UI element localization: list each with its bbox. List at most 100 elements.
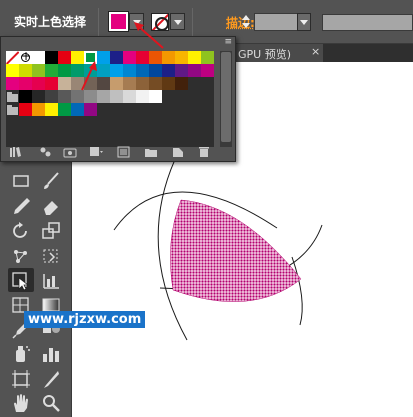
swatch-registration[interactable] (19, 49, 32, 64)
swatch[interactable] (162, 51, 175, 64)
swatch[interactable] (162, 77, 175, 90)
libraries-panel-icon[interactable] (63, 146, 77, 158)
rectangle-tool[interactable] (8, 169, 34, 193)
stroke-swatch[interactable] (151, 13, 169, 31)
hand-tool[interactable] (8, 391, 34, 415)
fill-dropdown-button[interactable] (129, 13, 144, 30)
swatch[interactable] (58, 51, 71, 64)
swatch-scrollbar[interactable] (220, 51, 232, 147)
swatch[interactable] (175, 77, 188, 90)
swatch[interactable] (123, 90, 136, 103)
new-color-group-icon[interactable] (144, 146, 158, 158)
swatch[interactable] (84, 77, 97, 90)
swatch[interactable] (45, 64, 58, 77)
puppet-warp-tool[interactable] (8, 244, 34, 268)
symbol-sprayer-tool[interactable] (8, 342, 34, 366)
swatch[interactable] (97, 64, 110, 77)
stroke-weight-dropdown[interactable] (297, 13, 311, 31)
swatch-none[interactable] (6, 51, 19, 64)
swatch[interactable] (188, 51, 201, 64)
pencil-tool[interactable] (8, 194, 34, 218)
document-tab[interactable]: GPU 预览) × (235, 44, 323, 62)
zoom-tool[interactable] (38, 391, 64, 415)
swatch[interactable] (58, 103, 71, 116)
swatch[interactable] (71, 90, 84, 103)
swatch[interactable] (123, 64, 136, 77)
fill-swatch[interactable] (108, 11, 129, 32)
free-transform-tool[interactable] (38, 244, 64, 268)
color-group-folder-icon[interactable] (6, 103, 19, 116)
swatch[interactable] (32, 77, 45, 90)
swatch[interactable] (19, 103, 32, 116)
swatch[interactable] (149, 51, 162, 64)
swatch-selected[interactable] (84, 51, 97, 64)
swatch[interactable] (97, 90, 110, 103)
swatch[interactable] (45, 90, 58, 103)
swatch[interactable] (19, 90, 32, 103)
scale-tool[interactable] (38, 219, 64, 243)
swatch[interactable] (71, 51, 84, 64)
stroke-dropdown-button[interactable] (170, 13, 185, 30)
slice-tool[interactable] (38, 367, 64, 391)
swatch[interactable] (136, 77, 149, 90)
swatch[interactable] (149, 64, 162, 77)
new-swatch-icon[interactable] (171, 146, 185, 158)
artboard-tool[interactable] (8, 367, 34, 391)
artwork[interactable] (72, 144, 413, 417)
swatch[interactable] (71, 103, 84, 116)
paintbrush-tool[interactable] (38, 169, 64, 193)
swatch[interactable] (110, 90, 123, 103)
swatch[interactable] (32, 51, 45, 64)
swatch[interactable] (6, 77, 19, 90)
rotate-tool[interactable] (8, 219, 34, 243)
swatch[interactable] (123, 51, 136, 64)
panel-menu-icon[interactable]: ≡ (224, 38, 232, 47)
swatch[interactable] (32, 103, 45, 116)
stroke-weight-stepper[interactable] (240, 13, 252, 31)
swatch[interactable] (110, 64, 123, 77)
show-swatch-kinds-icon[interactable] (89, 146, 103, 158)
swatch[interactable] (45, 77, 58, 90)
swatch[interactable] (110, 51, 123, 64)
swatch[interactable] (162, 64, 175, 77)
swatch[interactable] (97, 51, 110, 64)
swatch[interactable] (32, 64, 45, 77)
close-icon[interactable]: × (311, 45, 320, 58)
swatch[interactable] (6, 64, 19, 77)
swatch[interactable] (175, 51, 188, 64)
artboard-canvas[interactable] (72, 144, 413, 417)
swatch[interactable] (45, 103, 58, 116)
swatch[interactable] (201, 51, 214, 64)
swatch[interactable] (97, 77, 110, 90)
swatch[interactable] (45, 51, 58, 64)
swatch[interactable] (149, 77, 162, 90)
color-group-folder-icon[interactable] (6, 90, 19, 103)
variable-width-profile-field[interactable] (322, 14, 413, 31)
swatch[interactable] (19, 64, 32, 77)
shape-builder-tool[interactable] (38, 268, 64, 292)
eraser-tool[interactable] (38, 194, 64, 218)
live-paint-selection-tool[interactable] (8, 268, 34, 292)
artboard-canvas-top[interactable] (235, 62, 413, 160)
swatch[interactable] (84, 64, 97, 77)
swatch[interactable] (201, 64, 214, 77)
swatch[interactable] (58, 90, 71, 103)
swatch[interactable] (58, 64, 71, 77)
swatch[interactable] (188, 64, 201, 77)
stroke-weight-field[interactable] (254, 13, 298, 31)
swatch[interactable] (175, 64, 188, 77)
swatch[interactable] (110, 77, 123, 90)
swatch-libraries-menu-icon[interactable] (9, 146, 23, 158)
swatch-options-icon[interactable] (117, 146, 131, 158)
swatch[interactable] (136, 64, 149, 77)
swatch[interactable] (19, 77, 32, 90)
swatch[interactable] (84, 103, 97, 116)
swatch[interactable] (149, 90, 162, 103)
scrollbar-thumb[interactable] (221, 52, 231, 142)
swatch[interactable] (71, 77, 84, 90)
swatch[interactable] (136, 51, 149, 64)
swatch[interactable] (123, 77, 136, 90)
swatch[interactable] (71, 64, 84, 77)
swatch[interactable] (32, 90, 45, 103)
swatch-kind-menu-icon[interactable] (39, 146, 53, 158)
